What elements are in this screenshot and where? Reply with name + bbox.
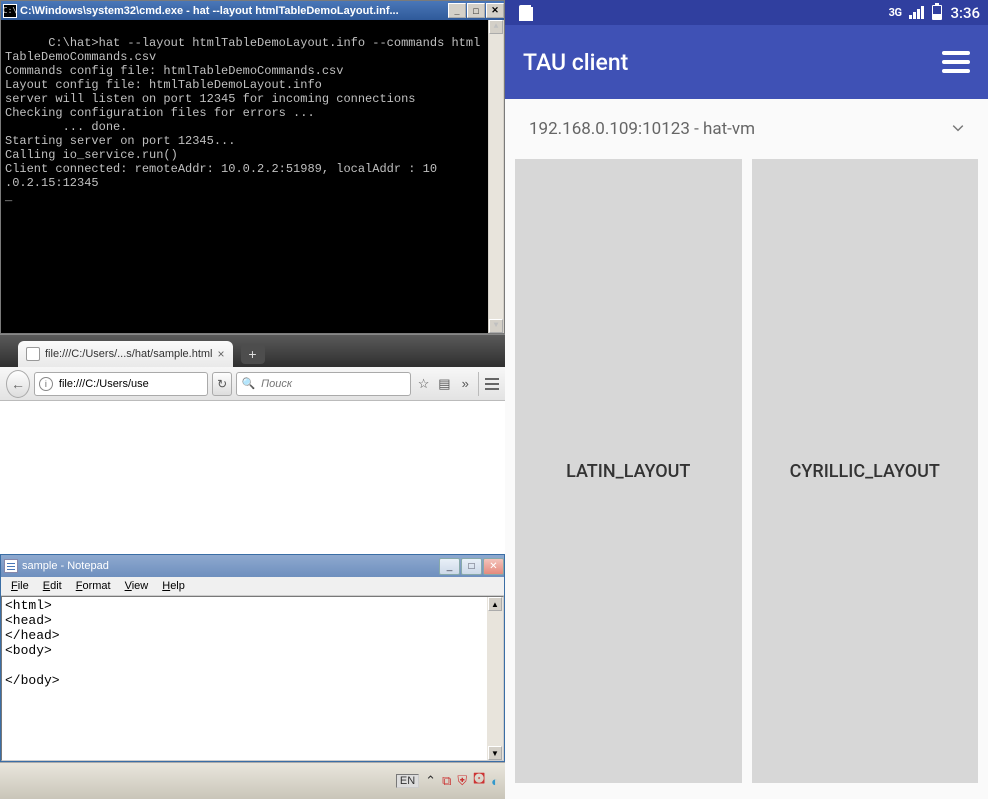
search-box[interactable]: 🔍 [236,372,411,396]
tray-shield-icon[interactable]: ⛨ [457,773,467,789]
url-box[interactable]: i [34,372,208,396]
browser-window: file:///C:/Users/...s/hat/sample.html × … [0,334,505,554]
back-button[interactable]: ← [6,370,30,398]
notepad-menu: File Edit Format View Help [1,577,504,596]
sd-card-icon [519,5,533,21]
card-label: LATIN_LAYOUT [566,461,690,482]
search-icon: 🔍 [241,377,255,390]
windows-desktop: C:\ C:\Windows\system32\cmd.exe - hat --… [0,0,505,799]
cmd-window: C:\ C:\Windows\system32\cmd.exe - hat --… [0,0,505,334]
card-cyrillic-layout[interactable]: CYRILLIC_LAYOUT [752,159,979,783]
chevron-down-icon [952,119,964,139]
status-time: 3:36 [950,4,980,22]
scroll-down-icon[interactable]: ▼ [489,319,503,333]
language-indicator[interactable]: EN [396,774,419,788]
card-latin-layout[interactable]: LATIN_LAYOUT [515,159,742,783]
card-label: CYRILLIC_LAYOUT [790,461,940,482]
tray-up-icon[interactable]: ⌃ [425,773,436,789]
cmd-maximize-button[interactable]: □ [467,3,485,18]
tray-network-icon[interactable]: ⧉ [442,773,451,789]
bookmark-icon[interactable]: ☆ [415,374,432,394]
network-type: 3G [889,6,902,19]
cmd-close-button[interactable]: ✕ [486,3,504,18]
menu-help[interactable]: Help [156,579,191,593]
cmd-output: C:\hat>hat --layout htmlTableDemoLayout.… [1,20,504,333]
app-title: TAU client [523,49,942,76]
new-tab-button[interactable]: + [241,344,265,364]
cmd-titlebar[interactable]: C:\ C:\Windows\system32\cmd.exe - hat --… [1,1,504,20]
menu-edit[interactable]: Edit [37,579,68,593]
browser-viewport [0,401,505,554]
server-label: 192.168.0.109:10123 - hat-vm [529,119,755,139]
signal-icon [909,6,924,19]
page-icon [26,347,40,361]
overflow-icon[interactable]: » [457,374,474,394]
notepad-minimize-button[interactable]: _ [439,558,460,575]
notepad-title: sample - Notepad [22,560,109,572]
browser-toolbar: ← i ↻ 🔍 ☆ ▤ » [0,367,505,401]
notepad-scrollbar[interactable]: ▲ ▼ [487,597,503,760]
cmd-minimize-button[interactable]: _ [448,3,466,18]
notepad-body[interactable]: <html> <head> </head> <body> </body> ▲ ▼ [1,596,504,761]
server-dropdown[interactable]: 192.168.0.109:10123 - hat-vm [505,99,988,159]
tray-action-icon[interactable]: ◐ [491,774,499,789]
library-icon[interactable]: ▤ [436,374,453,394]
menu-view[interactable]: View [119,579,155,593]
menu-file[interactable]: File [5,579,35,593]
menu-format[interactable]: Format [70,579,117,593]
scroll-up-icon[interactable]: ▲ [489,20,503,34]
tab-strip: file:///C:/Users/...s/hat/sample.html × … [0,335,505,367]
scroll-track[interactable] [487,611,503,746]
notepad-titlebar[interactable]: sample - Notepad _ □ ✕ [1,555,504,577]
cmd-title: C:\Windows\system32\cmd.exe - hat --layo… [20,5,447,17]
cmd-scrollbar[interactable]: ▲ ▼ [488,20,504,333]
taskbar: EN ⌃ ⧉ ⛨ 🖸 ◐ [0,762,505,799]
menu-icon[interactable] [478,372,499,396]
search-input[interactable] [259,377,406,391]
site-info-icon[interactable]: i [39,377,53,391]
url-input[interactable] [57,377,203,391]
android-screen: 3G 3:36 TAU client 192.168.0.109:10123 -… [505,0,988,799]
scroll-down-icon[interactable]: ▼ [488,746,502,760]
battery-icon [932,5,942,20]
cmd-output-text: C:\hat>hat --layout htmlTableDemoLayout.… [5,36,480,204]
notepad-text[interactable]: <html> <head> </head> <body> </body> [2,597,503,689]
tab-label: file:///C:/Users/...s/hat/sample.html [45,348,213,360]
notepad-maximize-button[interactable]: □ [461,558,482,575]
browser-tab[interactable]: file:///C:/Users/...s/hat/sample.html × [18,341,233,367]
close-tab-icon[interactable]: × [218,347,225,361]
reload-button[interactable]: ↻ [212,372,233,396]
cmd-icon: C:\ [3,4,17,18]
notepad-icon [4,559,18,573]
status-bar: 3G 3:36 [505,0,988,25]
scroll-up-icon[interactable]: ▲ [488,597,502,611]
hamburger-icon[interactable] [942,51,970,73]
tray-volume-icon[interactable]: 🖸 [473,770,485,792]
scroll-track[interactable] [489,34,503,319]
notepad-close-button[interactable]: ✕ [483,558,504,575]
notepad-window: sample - Notepad _ □ ✕ File Edit Format … [0,554,505,762]
layout-cards: LATIN_LAYOUT CYRILLIC_LAYOUT [505,159,988,799]
app-bar: TAU client [505,25,988,99]
